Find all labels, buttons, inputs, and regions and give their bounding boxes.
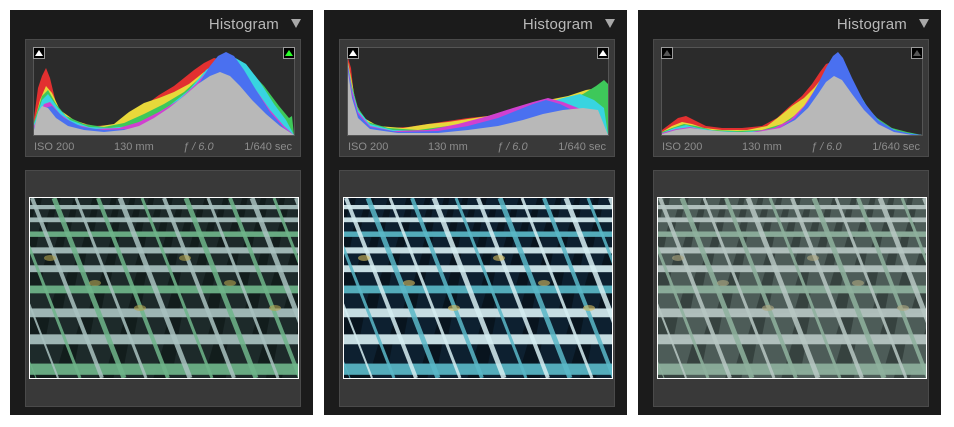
- histogram-panel-2: Histogram ISO 200 130 mm ƒ / 6.0 1/640 s…: [324, 10, 627, 415]
- collapse-triangle-icon[interactable]: [919, 19, 929, 28]
- focal-length-value: 130 mm: [428, 141, 468, 153]
- panel-header[interactable]: Histogram: [324, 10, 627, 38]
- grate-image: [344, 198, 612, 378]
- panel-title: Histogram: [208, 16, 279, 33]
- histogram-chart: [348, 58, 608, 135]
- histogram-chart: [34, 52, 294, 135]
- histogram-chart: [662, 52, 922, 135]
- exif-info-row: ISO 200 130 mm ƒ / 6.0 1/640 sec: [348, 141, 606, 155]
- highlight-clipping-indicator[interactable]: [597, 47, 609, 59]
- preview-box: [653, 170, 929, 407]
- focal-length-value: 130 mm: [742, 141, 782, 153]
- panel-header[interactable]: Histogram: [10, 10, 313, 38]
- grate-photo: [657, 197, 927, 379]
- grate-photo: [343, 197, 613, 379]
- histogram-graph: [33, 47, 295, 136]
- preview-box: [25, 170, 301, 407]
- focal-length-value: 130 mm: [114, 141, 154, 153]
- grate-photo: [29, 197, 299, 379]
- histogram-box: ISO 200 130 mm ƒ / 6.0 1/640 sec: [653, 39, 929, 157]
- grate-image: [30, 198, 298, 378]
- shadow-clipping-indicator[interactable]: [661, 47, 673, 59]
- grate-image: [658, 198, 926, 378]
- aperture-value: ƒ / 6.0: [183, 141, 214, 153]
- shutter-speed-value: 1/640 sec: [558, 141, 606, 153]
- aperture-value: ƒ / 6.0: [811, 141, 842, 153]
- shutter-speed-value: 1/640 sec: [244, 141, 292, 153]
- collapse-triangle-icon[interactable]: [291, 19, 301, 28]
- histogram-box: ISO 200 130 mm ƒ / 6.0 1/640 sec: [339, 39, 615, 157]
- aperture-value: ƒ / 6.0: [497, 141, 528, 153]
- shutter-speed-value: 1/640 sec: [872, 141, 920, 153]
- highlight-clipping-indicator[interactable]: [911, 47, 923, 59]
- panel-title: Histogram: [836, 16, 907, 33]
- histogram-graph: [661, 47, 923, 136]
- collapse-triangle-icon[interactable]: [605, 19, 615, 28]
- shadow-clipping-indicator[interactable]: [347, 47, 359, 59]
- exif-info-row: ISO 200 130 mm ƒ / 6.0 1/640 sec: [662, 141, 920, 155]
- preview-box: [339, 170, 615, 407]
- shadow-clipping-indicator[interactable]: [33, 47, 45, 59]
- histogram-panel-3: Histogram ISO 200 130 mm ƒ / 6.0 1/640 s…: [638, 10, 941, 415]
- histogram-box: ISO 200 130 mm ƒ / 6.0 1/640 sec: [25, 39, 301, 157]
- iso-value: ISO 200: [662, 141, 703, 153]
- exif-info-row: ISO 200 130 mm ƒ / 6.0 1/640 sec: [34, 141, 292, 155]
- highlight-clipping-indicator[interactable]: [283, 47, 295, 59]
- histogram-graph: [347, 47, 609, 136]
- panel-title: Histogram: [522, 16, 593, 33]
- histogram-panel-1: Histogram ISO 200 130 mm ƒ / 6.0 1/640 s…: [10, 10, 313, 415]
- iso-value: ISO 200: [34, 141, 75, 153]
- iso-value: ISO 200: [348, 141, 389, 153]
- panel-header[interactable]: Histogram: [638, 10, 941, 38]
